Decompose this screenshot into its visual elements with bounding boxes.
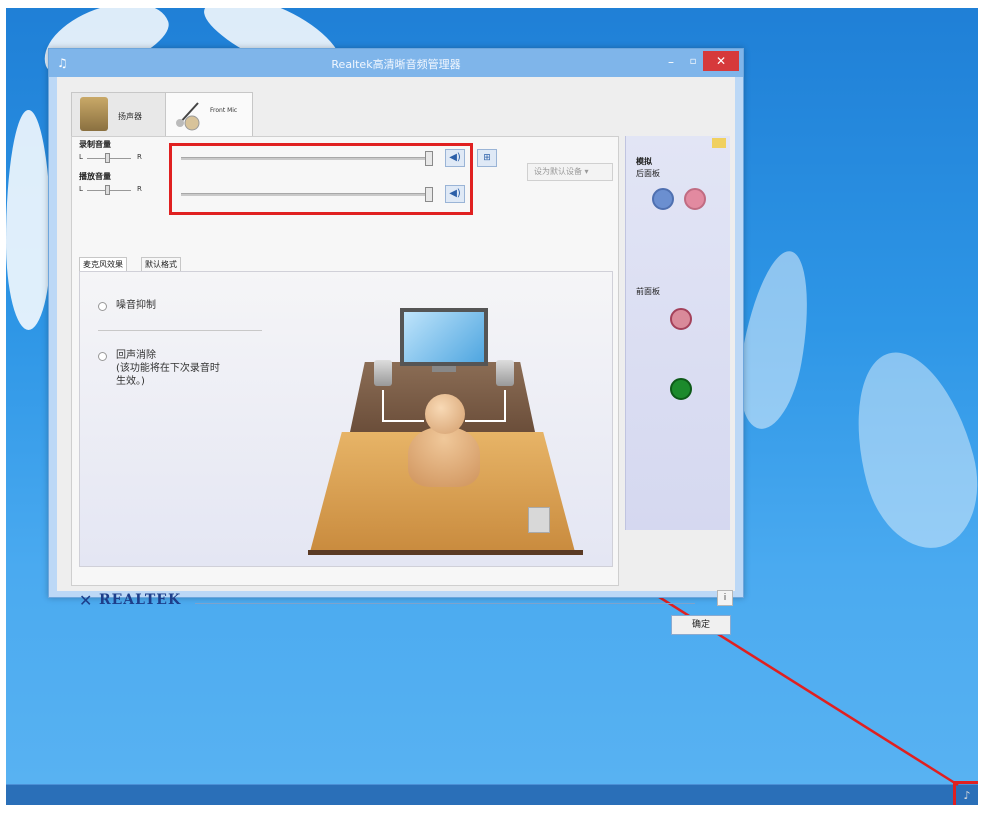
monitor-icon xyxy=(400,308,488,366)
tab-front-mic[interactable]: Front Mic xyxy=(165,92,253,137)
tab-front-mic-label: Front Mic xyxy=(210,107,238,114)
front-panel-label: 前面板 xyxy=(636,287,660,296)
tab-speakers[interactable]: 扬声器 xyxy=(71,92,167,137)
floor-edge xyxy=(308,550,583,555)
tab-mic-effects[interactable]: 麦克风效果 xyxy=(79,257,127,272)
front-panel-green-jack[interactable] xyxy=(670,378,692,400)
tab-speakers-label: 扬声器 xyxy=(118,112,142,121)
screenshot-border-top xyxy=(0,0,984,8)
realtek-tray-icon[interactable]: ♪ xyxy=(960,790,974,802)
listener-body xyxy=(408,427,480,487)
screenshot-border-left xyxy=(0,0,6,813)
sound-path-line xyxy=(382,420,424,422)
taskbar xyxy=(6,784,978,806)
slider-thumb[interactable] xyxy=(105,153,110,163)
divider xyxy=(195,603,695,604)
sound-path-line xyxy=(382,390,384,422)
window-title: Realtek高清晰音频管理器 xyxy=(331,58,461,71)
screenshot-border-bottom xyxy=(0,805,984,813)
record-balance-slider[interactable]: L R xyxy=(79,153,145,163)
back-panel-label: 后面板 xyxy=(636,169,660,178)
playback-balance-slider[interactable]: L R xyxy=(79,185,145,195)
wallpaper-petal xyxy=(835,339,984,561)
analog-label: 模拟 xyxy=(636,157,652,166)
playback-volume-label: 播放音量 xyxy=(79,172,111,181)
realtek-logo-icon: ✕ xyxy=(79,591,93,610)
title-bar[interactable]: ♫ Realtek高清晰音频管理器 – ▫ ✕ xyxy=(49,49,743,77)
set-default-label: 设为默认设备 xyxy=(534,167,582,176)
noise-suppression-checkbox[interactable] xyxy=(98,302,107,311)
set-default-device-dropdown[interactable]: 设为默认设备 ▾ xyxy=(527,163,613,181)
maximize-button[interactable]: ▫ xyxy=(683,53,703,71)
front-panel-pink-jack[interactable] xyxy=(670,308,692,330)
window-client-area: 扬声器 Front Mic 录制音量 L R 播放音量 L R ◀) ⊞ ◀) … xyxy=(57,77,735,635)
folder-icon[interactable] xyxy=(712,138,726,148)
ok-button[interactable]: 确定 xyxy=(671,615,731,635)
left-speaker-icon xyxy=(374,360,392,386)
monitor-stand xyxy=(432,366,456,372)
minimize-button[interactable]: – xyxy=(659,53,683,71)
close-button[interactable]: ✕ xyxy=(703,51,739,71)
echo-cancellation-checkbox[interactable] xyxy=(98,352,107,361)
left-label: L xyxy=(79,185,83,193)
mic-effects-panel: 噪音抑制 回声消除 (该功能将在下次录音时 生效。) xyxy=(79,271,613,567)
right-label: R xyxy=(137,185,142,193)
realtek-brand: REALTEK xyxy=(99,592,182,608)
listener-head xyxy=(425,394,465,434)
wallpaper-petal xyxy=(6,110,51,330)
left-label: L xyxy=(79,153,83,161)
speaker-icon xyxy=(80,97,108,131)
back-panel-blue-jack[interactable] xyxy=(652,188,674,210)
microphone-icon xyxy=(176,102,200,131)
slider-thumb[interactable] xyxy=(105,185,110,195)
noise-suppression-label: 噪音抑制 xyxy=(116,300,156,311)
volume-highlight-box xyxy=(169,143,473,215)
connector-panel: 模拟 后面板 前面板 xyxy=(625,136,730,530)
record-volume-label: 录制音量 xyxy=(79,140,111,149)
sync-button[interactable]: ⊞ xyxy=(477,149,497,167)
back-panel-pink-jack[interactable] xyxy=(684,188,706,210)
sound-path-line xyxy=(465,420,506,422)
sound-path-line xyxy=(504,390,506,422)
divider xyxy=(98,330,262,331)
room-illustration xyxy=(290,292,590,567)
realtek-audio-manager-window: ♫ Realtek高清晰音频管理器 – ▫ ✕ 扬声器 Front Mic 录制… xyxy=(48,48,744,635)
right-speaker-icon xyxy=(496,360,514,386)
right-label: R xyxy=(137,153,142,161)
screenshot-border-right xyxy=(978,0,984,813)
info-button[interactable]: i xyxy=(717,590,733,606)
room-cube-icon[interactable] xyxy=(528,507,550,533)
echo-cancellation-label: 回声消除 (该功能将在下次录音时 生效。) xyxy=(116,350,220,387)
tab-default-format[interactable]: 默认格式 xyxy=(141,257,181,272)
